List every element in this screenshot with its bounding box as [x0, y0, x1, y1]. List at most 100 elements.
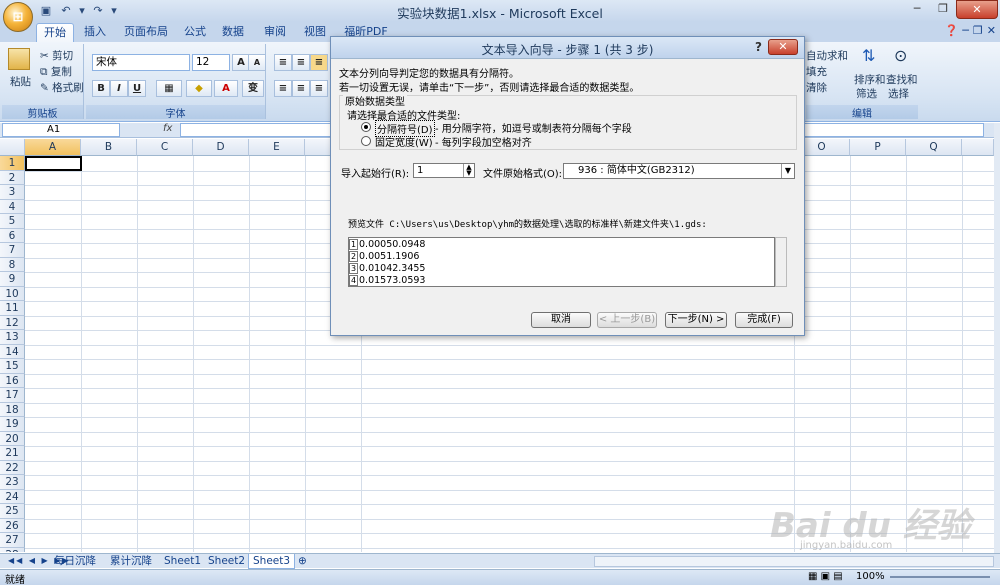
row-header[interactable]: 27 [0, 533, 25, 548]
row-header[interactable]: 13 [0, 330, 25, 345]
row-header[interactable]: 15 [0, 359, 25, 374]
align-middle-icon[interactable]: ≡ [292, 54, 310, 71]
restore-button[interactable]: ❐ [930, 0, 956, 19]
row-header[interactable]: 6 [0, 228, 25, 243]
row-header[interactable]: 2 [0, 170, 25, 185]
shrink-font-button[interactable]: A [248, 54, 266, 71]
row-header[interactable]: 23 [0, 475, 25, 490]
fixed-width-label[interactable]: 固定宽度(W) [375, 134, 433, 149]
sheet-tab[interactable]: Sheet1 [160, 554, 205, 569]
align-left-icon[interactable]: ≡ [274, 80, 292, 97]
horizontal-scrollbar[interactable] [594, 556, 994, 567]
select-all-corner[interactable] [0, 139, 25, 156]
zoom-level[interactable]: 100% [856, 571, 885, 582]
column-header[interactable]: E [249, 139, 305, 156]
italic-button[interactable]: I [110, 80, 128, 97]
row-header[interactable]: 1 [0, 156, 25, 171]
binoculars-icon[interactable]: ⊙ [894, 46, 907, 65]
tab-view[interactable]: 视图 [298, 23, 332, 42]
row-header[interactable]: 24 [0, 489, 25, 504]
preview-vertical-scrollbar[interactable] [775, 237, 787, 287]
autosum-button[interactable]: 自动求和 [806, 48, 848, 63]
column-header[interactable]: Q [906, 139, 962, 156]
insert-sheet-icon[interactable]: ⊕ [294, 554, 311, 569]
borders-icon[interactable]: ▦ [156, 80, 182, 97]
workbook-close-icon[interactable]: ✕ [987, 24, 996, 37]
row-header[interactable]: 17 [0, 388, 25, 403]
tab-page-layout[interactable]: 页面布局 [118, 23, 174, 42]
column-header[interactable]: A [25, 139, 81, 156]
chevron-down-icon[interactable]: ▼ [781, 164, 794, 178]
align-top-icon[interactable]: ≡ [274, 54, 292, 71]
paste-icon[interactable] [8, 48, 30, 70]
tab-data[interactable]: 数据 [216, 23, 250, 42]
sort-filter-label[interactable]: 排序和 [854, 72, 886, 87]
row-header[interactable]: 5 [0, 214, 25, 229]
row-header[interactable]: 28 [0, 547, 25, 552]
copy-button[interactable]: ⧉ 复制 [40, 64, 72, 79]
tab-home[interactable]: 开始 [36, 23, 74, 42]
tab-review[interactable]: 审阅 [258, 23, 292, 42]
sort-filter-icon[interactable]: ⇅ [862, 46, 875, 65]
radio-delimited[interactable] [361, 122, 371, 132]
row-header[interactable]: 16 [0, 373, 25, 388]
fx-icon[interactable]: fx [163, 123, 172, 134]
name-box[interactable]: A1 [2, 123, 120, 137]
column-header[interactable]: P [850, 139, 906, 156]
help-icon[interactable]: ❓ [945, 24, 959, 37]
radio-fixed-width[interactable] [361, 136, 371, 146]
ribbon-restore-icon[interactable]: ❐ [973, 24, 983, 37]
row-header[interactable]: 4 [0, 199, 25, 214]
back-button[interactable]: < 上一步(B) [597, 312, 657, 328]
selected-cell-a1[interactable] [25, 156, 82, 171]
format-painter-button[interactable]: ✎ 格式刷 [40, 80, 84, 95]
row-header[interactable]: 18 [0, 402, 25, 417]
font-name-box[interactable]: 宋体 [92, 54, 190, 71]
preview-pane[interactable]: 1 0.00050.0948 2 0.0051.1906 3 0.01042.3455… [348, 237, 775, 287]
row-header[interactable]: 22 [0, 460, 25, 475]
fill-color-icon[interactable]: ◆ [186, 80, 212, 97]
find-select-label-2[interactable]: 选择 [888, 86, 909, 101]
view-buttons-icon[interactable]: ▦ ▣ ▤ [808, 571, 843, 582]
row-header[interactable]: 20 [0, 431, 25, 446]
close-button[interactable]: ✕ [956, 0, 998, 19]
office-button[interactable]: ⊞ [3, 2, 33, 32]
bold-button[interactable]: B [92, 80, 110, 97]
font-color-icon[interactable]: A [214, 80, 238, 97]
next-button[interactable]: 下一步(N) > [665, 312, 727, 328]
row-header[interactable]: 12 [0, 315, 25, 330]
sheet-tab[interactable]: Sheet2 [204, 554, 249, 569]
align-bottom-icon[interactable]: ≡ [310, 54, 328, 71]
phonetic-button[interactable]: 变 [242, 80, 264, 97]
row-header[interactable]: 14 [0, 344, 25, 359]
cut-button[interactable]: ✂ 剪切 [40, 48, 73, 63]
vertical-scrollbar[interactable] [994, 123, 1000, 553]
align-right-icon[interactable]: ≡ [310, 80, 328, 97]
row-header[interactable]: 25 [0, 504, 25, 519]
row-header[interactable]: 7 [0, 243, 25, 258]
spinner-arrows-icon[interactable]: ▲ ▼ [463, 164, 474, 177]
ribbon-minimize-icon[interactable]: ─ [962, 24, 969, 37]
clear-button[interactable]: 清除 [806, 80, 827, 95]
tab-formulas[interactable]: 公式 [178, 23, 212, 42]
row-header[interactable]: 3 [0, 185, 25, 200]
row-header[interactable]: 8 [0, 257, 25, 272]
font-size-box[interactable]: 12 [192, 54, 230, 71]
find-select-label[interactable]: 查找和 [886, 72, 918, 87]
sheet-tab[interactable]: 每日沉降 [50, 554, 100, 569]
column-header[interactable]: D [193, 139, 249, 156]
row-header[interactable]: 10 [0, 286, 25, 301]
tab-insert[interactable]: 插入 [78, 23, 112, 42]
paste-button[interactable]: 粘贴 [10, 74, 31, 89]
start-row-spinner[interactable]: 1 ▲ ▼ [413, 163, 475, 178]
row-header[interactable]: 19 [0, 417, 25, 432]
sort-filter-label-2[interactable]: 筛选 [856, 86, 877, 101]
row-header[interactable]: 9 [0, 272, 25, 287]
fill-button[interactable]: 填充 [806, 64, 827, 79]
help-button[interactable]: ? [755, 40, 762, 54]
row-header[interactable]: 11 [0, 301, 25, 316]
column-header[interactable] [962, 139, 994, 156]
row-header[interactable]: 21 [0, 446, 25, 461]
finish-button[interactable]: 完成(F) [735, 312, 793, 328]
preview-horizontal-scrollbar[interactable] [348, 287, 775, 297]
